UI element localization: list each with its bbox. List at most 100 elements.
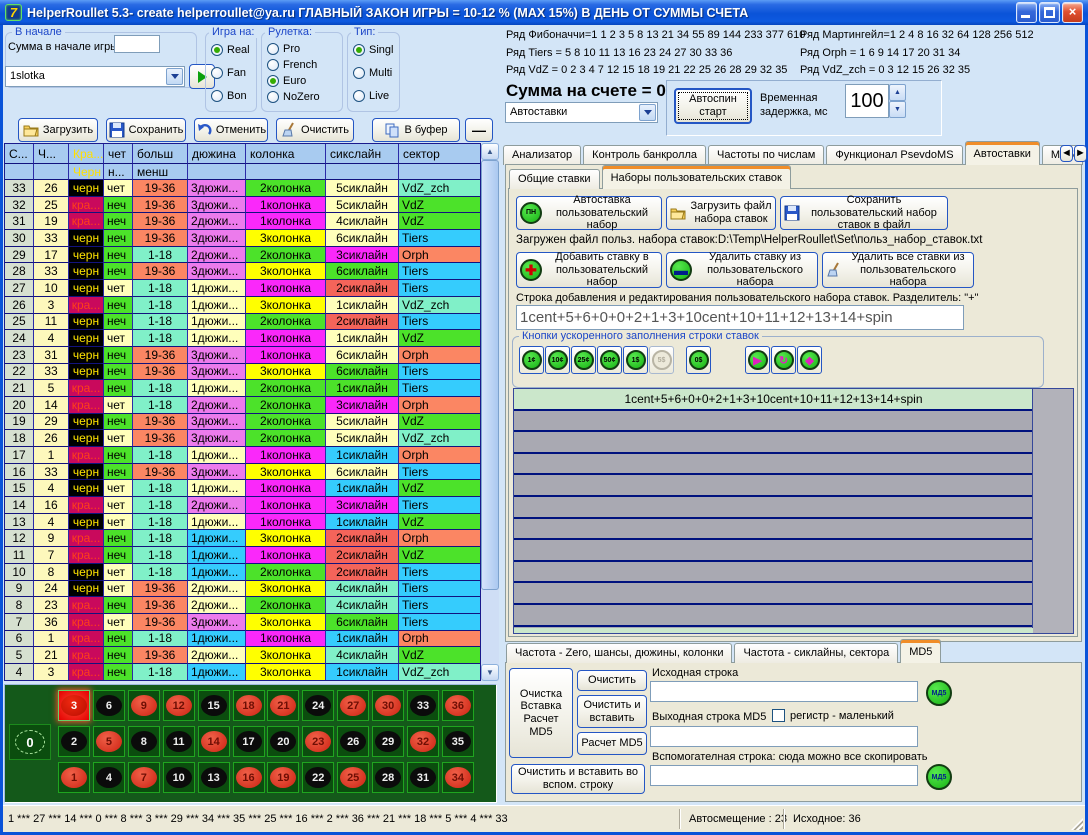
roulette-number-1[interactable]: 1 bbox=[58, 762, 90, 793]
remove-all-bets-button[interactable]: Удалить все ставки из пользовательского … bbox=[822, 252, 974, 288]
table-row-5[interactable]: 521кра...неч19-362дюжи...3колонка4сиклай… bbox=[5, 647, 480, 664]
table-row-11[interactable]: 117кра...неч1-181дюжи...1колонка2сиклайн… bbox=[5, 547, 480, 564]
table-row-33[interactable]: 3326чернчет19-363дюжи...2колонка5сиклайн… bbox=[5, 180, 480, 197]
roulette-number-7[interactable]: 7 bbox=[128, 762, 160, 793]
roulette-number-4[interactable]: 4 bbox=[93, 762, 125, 793]
table-row-7[interactable]: 736кра...чет19-363дюжи...3колонка6сиклай… bbox=[5, 614, 480, 631]
table-row-27[interactable]: 2710чернчет1-181дюжи...1колонка2сиклайнT… bbox=[5, 280, 480, 297]
roulette-number-24[interactable]: 24 bbox=[302, 690, 334, 721]
bottom-tab-1[interactable]: Частота - сиклайны, сектора bbox=[734, 643, 898, 663]
copy-to-buffer-button[interactable]: В буфер bbox=[372, 118, 460, 142]
tab-4[interactable]: Автоставки bbox=[965, 141, 1040, 165]
radio-bon[interactable]: Bon bbox=[211, 90, 250, 102]
radio-singl[interactable]: Singl bbox=[353, 44, 393, 56]
tab-0[interactable]: Анализатор bbox=[503, 145, 581, 165]
table-row-31[interactable]: 3119кра...неч19-362дюжи...1колонка4сикла… bbox=[5, 213, 480, 230]
undo-button[interactable]: Отменить bbox=[194, 118, 268, 142]
tab-3[interactable]: Функционал PsevdoMS bbox=[826, 145, 962, 165]
roulette-number-36[interactable]: 36 bbox=[442, 690, 474, 721]
roulette-number-23[interactable]: 23 bbox=[302, 726, 334, 757]
maximize-button[interactable] bbox=[1039, 2, 1060, 23]
roulette-number-32[interactable]: 32 bbox=[407, 726, 439, 757]
save-set-file-button[interactable]: Сохранить пользовательский набор ставок … bbox=[780, 196, 948, 230]
minimize-button[interactable] bbox=[1016, 2, 1037, 23]
bet-list-row-0[interactable]: 1cent+5+6+0+0+2+1+3+10cent+10+11+12+13+1… bbox=[514, 389, 1033, 411]
bets-list[interactable]: 1cent+5+6+0+0+2+1+3+10cent+10+11+12+13+1… bbox=[513, 388, 1074, 634]
bet-list-row-10[interactable] bbox=[514, 605, 1033, 627]
coin-button-2[interactable]: 25¢ bbox=[571, 346, 596, 374]
table-row-29[interactable]: 2917черннеч1-182дюжи...2колонка3сиклайнO… bbox=[5, 247, 480, 264]
table-row-13[interactable]: 134чернчет1-181дюжи...1колонка1сиклайнVd… bbox=[5, 514, 480, 531]
table-row-17[interactable]: 171кра...неч1-181дюжи...1колонка1сиклайн… bbox=[5, 447, 480, 464]
tabs-scroll-left-icon[interactable]: ◄ bbox=[1060, 145, 1073, 162]
bet-list-row-7[interactable] bbox=[514, 540, 1033, 562]
scroll-down-icon[interactable]: ▼ bbox=[481, 664, 499, 681]
table-row-22[interactable]: 2233черннеч19-363дюжи...3колонка6сиклайн… bbox=[5, 364, 480, 381]
tab-1[interactable]: Контроль банкролла bbox=[583, 145, 706, 165]
coin-button-4[interactable]: 1$ bbox=[623, 346, 648, 374]
tab-2[interactable]: Частоты по числам bbox=[708, 145, 824, 165]
table-row-26[interactable]: 263кра...неч1-181дюжи...3колонка1сиклайн… bbox=[5, 297, 480, 314]
table-row-12[interactable]: 129кра...неч1-181дюжи...3колонка2сиклайн… bbox=[5, 530, 480, 547]
md5-aux-input[interactable] bbox=[650, 765, 918, 786]
radio-nozero[interactable]: NoZero bbox=[267, 91, 320, 103]
roulette-number-13[interactable]: 13 bbox=[198, 762, 230, 793]
bet-list-row-3[interactable] bbox=[514, 454, 1033, 476]
table-row-23[interactable]: 2331черннеч19-363дюжи...1колонка6сиклайн… bbox=[5, 347, 480, 364]
chevron-down-icon[interactable] bbox=[166, 68, 183, 85]
table-row-18[interactable]: 1826чернчет19-363дюжи...2колонка5сиклайн… bbox=[5, 430, 480, 447]
table-row-15[interactable]: 154чернчет1-181дюжи...1колонка1сиклайнVd… bbox=[5, 480, 480, 497]
radio-multi[interactable]: Multi bbox=[353, 67, 393, 79]
bottom-tab-0[interactable]: Частота - Zero, шансы, дюжины, колонки bbox=[506, 643, 732, 663]
md5-output-input[interactable] bbox=[650, 726, 918, 747]
roulette-number-0[interactable]: 0 bbox=[9, 724, 51, 760]
table-row-28[interactable]: 2833черннеч19-363дюжи...3колонка6сиклайн… bbox=[5, 263, 480, 280]
md5-clear-and-paste-button[interactable]: Очистить и вставить bbox=[577, 695, 647, 728]
table-row-21[interactable]: 215кра...неч1-181дюжи...2колонка1сиклайн… bbox=[5, 380, 480, 397]
radio-euro[interactable]: Euro bbox=[267, 75, 320, 87]
repeat-bet-button[interactable]: ↻ bbox=[771, 346, 796, 374]
save-button[interactable]: Сохранить bbox=[106, 118, 186, 142]
edit-string-input[interactable] bbox=[516, 305, 964, 330]
roulette-number-16[interactable]: 16 bbox=[233, 762, 265, 793]
bet-list-row-4[interactable] bbox=[514, 475, 1033, 497]
roulette-number-28[interactable]: 28 bbox=[372, 762, 404, 793]
start-sum-input[interactable] bbox=[114, 35, 160, 53]
table-row-6[interactable]: 61кра...неч1-181дюжи...1колонка1сиклайнO… bbox=[5, 631, 480, 648]
roulette-number-6[interactable]: 6 bbox=[93, 690, 125, 721]
radio-pro[interactable]: Pro bbox=[267, 43, 320, 55]
bottom-tab-2[interactable]: MD5 bbox=[900, 639, 941, 663]
inner-tab-0[interactable]: Общие ставки bbox=[509, 169, 600, 189]
roulette-number-34[interactable]: 34 bbox=[442, 762, 474, 793]
roulette-number-5[interactable]: 5 bbox=[93, 726, 125, 757]
table-row-24[interactable]: 244чернчет1-181дюжи...1колонка1сиклайнVd… bbox=[5, 330, 480, 347]
roulette-number-33[interactable]: 33 bbox=[407, 690, 439, 721]
roulette-number-35[interactable]: 35 bbox=[442, 726, 474, 757]
roulette-number-20[interactable]: 20 bbox=[267, 726, 299, 757]
md5-source-input[interactable] bbox=[650, 681, 918, 702]
preset-combobox[interactable]: 1slotka bbox=[5, 66, 185, 87]
autospin-start-button[interactable]: Автоспин старт bbox=[674, 88, 752, 124]
remove-bet-button[interactable]: ▬ Удалить ставку из пользовательского на… bbox=[666, 252, 818, 288]
bet-list-row-8[interactable] bbox=[514, 562, 1033, 584]
table-row-14[interactable]: 1416кра...чет1-182дюжи...1колонка3сиклай… bbox=[5, 497, 480, 514]
roulette-number-21[interactable]: 21 bbox=[267, 690, 299, 721]
title-bar[interactable]: 7 HelperRoullet 5.3- create helperroulle… bbox=[0, 0, 1088, 25]
radio-real[interactable]: Real bbox=[211, 44, 250, 56]
roulette-number-2[interactable]: 2 bbox=[58, 726, 90, 757]
roulette-number-30[interactable]: 30 bbox=[372, 690, 404, 721]
close-button[interactable]: × bbox=[1062, 2, 1083, 23]
resize-grip[interactable] bbox=[1071, 818, 1083, 830]
roulette-number-17[interactable]: 17 bbox=[233, 726, 265, 757]
roulette-number-22[interactable]: 22 bbox=[302, 762, 334, 793]
roulette-number-10[interactable]: 10 bbox=[163, 762, 195, 793]
table-row-16[interactable]: 1633черннеч19-363дюжи...3колонка6сиклайн… bbox=[5, 464, 480, 481]
roulette-number-29[interactable]: 29 bbox=[372, 726, 404, 757]
md5-calc-aux-icon[interactable]: МД5 bbox=[926, 764, 952, 790]
clear-paste-aux-button[interactable]: Очистить и вставить во вспом. строку bbox=[511, 764, 645, 794]
inner-tab-1[interactable]: Наборы пользовательских ставок bbox=[602, 165, 791, 189]
spinner-up-icon[interactable]: ▲ bbox=[889, 84, 906, 101]
roulette-number-14[interactable]: 14 bbox=[198, 726, 230, 757]
clear-button[interactable]: Очистить bbox=[276, 118, 354, 142]
radio-live[interactable]: Live bbox=[353, 90, 393, 102]
